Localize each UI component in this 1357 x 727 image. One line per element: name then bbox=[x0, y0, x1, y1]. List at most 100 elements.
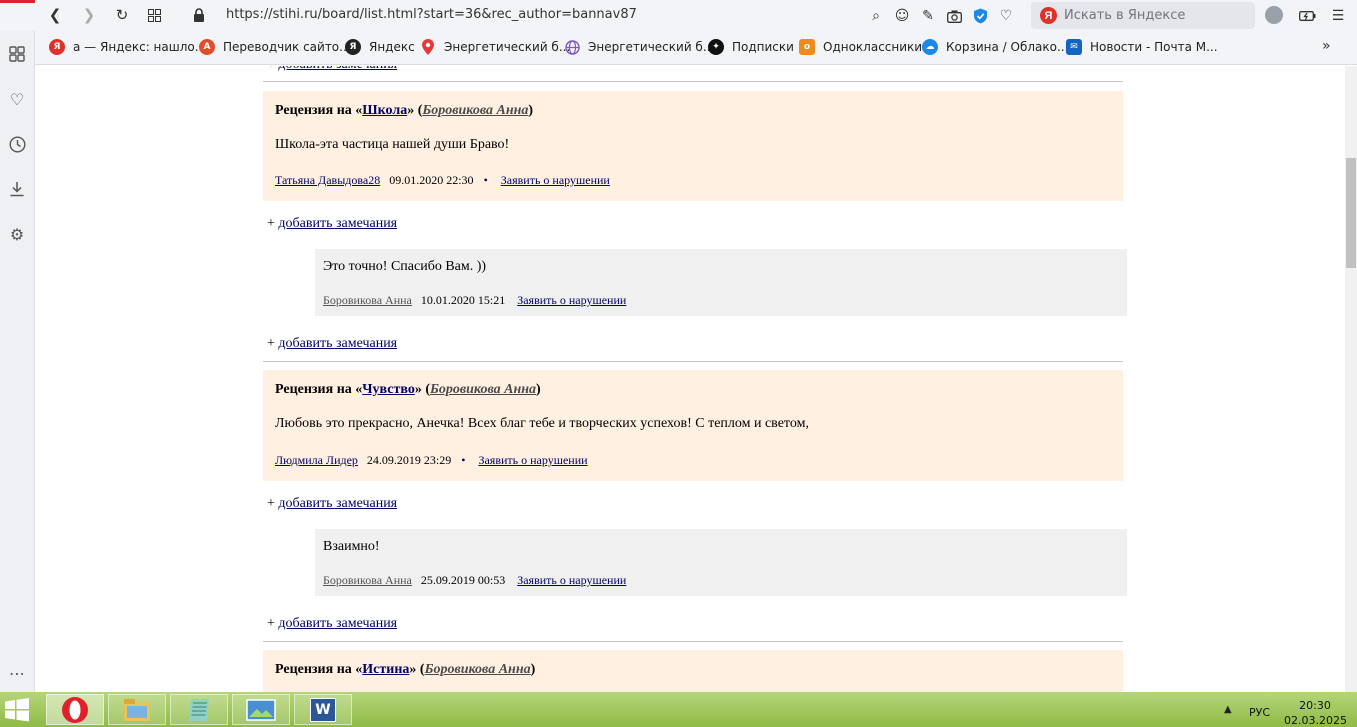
taskbar-photos[interactable] bbox=[232, 694, 290, 725]
search-page-icon[interactable]: ⌕ bbox=[866, 6, 886, 26]
battery-saver-icon[interactable] bbox=[1297, 6, 1317, 26]
more-dots-icon[interactable]: ⋯ bbox=[5, 661, 29, 685]
bookmark-item[interactable]: Я а — Яндекс: нашло... bbox=[49, 39, 206, 55]
bookmark-item[interactable]: ✉ Новости - Почта М... bbox=[1066, 39, 1218, 55]
add-remark-link[interactable]: + добавить замечания bbox=[267, 496, 397, 512]
bookmark-item[interactable]: ✦ Подписки bbox=[708, 39, 794, 55]
review-meta: Татьяна Давыдова28 09.01.2020 22:30 • Зая… bbox=[275, 173, 610, 188]
taskbar-opera[interactable] bbox=[46, 694, 104, 725]
review-title: Рецензия на «Школа» (Боровикова Анна) bbox=[275, 103, 534, 118]
windows-start-icon[interactable] bbox=[4, 698, 30, 722]
reply-meta: Боровикова Анна 25.09.2019 00:53 Заявить… bbox=[323, 573, 626, 588]
review-card: Рецензия на «Школа» (Боровикова Анна) Шк… bbox=[263, 91, 1123, 201]
yandex-search-input[interactable] bbox=[1064, 6, 1244, 25]
address-bar[interactable]: https://stihi.ru/board/list.html?start=3… bbox=[226, 7, 637, 22]
reply-text: Это точно! Спасибо Вам. )) bbox=[323, 259, 487, 274]
heart-icon[interactable]: ♡ bbox=[996, 6, 1016, 26]
lock-icon bbox=[194, 8, 204, 22]
divider bbox=[263, 81, 1123, 82]
divider bbox=[263, 641, 1123, 642]
review-text: Любовь это прекрасно, Анечка! Всех благ … bbox=[275, 416, 809, 431]
review-date: 24.09.2019 23:29 bbox=[366, 453, 452, 467]
taskbar-explorer[interactable] bbox=[108, 694, 166, 725]
yandex-logo-icon: Я bbox=[1040, 7, 1057, 24]
back-icon[interactable]: ❮ bbox=[43, 4, 67, 26]
review-title: Рецензия на «Чувство» (Боровикова Анна) bbox=[275, 382, 541, 397]
bookmark-item[interactable]: о Одноклассники bbox=[799, 39, 922, 55]
tray-expand-icon[interactable]: ▲ bbox=[1224, 704, 1232, 715]
bookmarks-more-icon[interactable]: » bbox=[1322, 38, 1331, 54]
mail-icon: ✉ bbox=[1066, 39, 1082, 55]
heart-icon[interactable]: ♡ bbox=[5, 87, 29, 111]
tabs-grid-icon[interactable] bbox=[142, 4, 166, 26]
profile-avatar[interactable] bbox=[1265, 6, 1283, 24]
bookmark-item[interactable]: Энергетический б... bbox=[564, 39, 714, 55]
camera-icon[interactable] bbox=[944, 6, 964, 26]
separator-dot: • bbox=[461, 453, 466, 467]
history-clock-icon[interactable] bbox=[5, 132, 29, 156]
taskbar-word[interactable]: W bbox=[294, 694, 352, 725]
windows-taskbar: W ▲ РУС 20:30 02.03.2025 bbox=[0, 692, 1357, 727]
page-scrollbar[interactable] bbox=[1345, 66, 1357, 692]
author-link[interactable]: Боровикова Анна bbox=[430, 382, 536, 397]
bookmark-item[interactable]: Я Яндекс bbox=[345, 39, 415, 55]
author-link[interactable]: Боровикова Анна bbox=[425, 662, 531, 677]
yandex-icon: Я bbox=[345, 39, 361, 55]
reply-author-link[interactable]: Боровикова Анна bbox=[323, 573, 412, 587]
forward-icon[interactable]: ❯ bbox=[77, 4, 101, 26]
reply-date: 25.09.2019 00:53 bbox=[420, 573, 506, 587]
menu-icon[interactable]: ☰ bbox=[1328, 6, 1348, 26]
globe-icon bbox=[564, 39, 580, 55]
translator-icon: A bbox=[199, 39, 215, 55]
add-remark-link[interactable]: + добавить замечания bbox=[267, 336, 397, 352]
edit-icon[interactable]: ✎ bbox=[918, 6, 938, 26]
yandex-search[interactable]: Я bbox=[1031, 2, 1255, 29]
reviewer-link[interactable]: Людмила Лидер bbox=[275, 453, 358, 467]
bookmark-item[interactable]: Энергетический б... bbox=[420, 39, 570, 55]
bookmark-item[interactable]: A Переводчик сайто... bbox=[199, 39, 351, 55]
report-link[interactable]: Заявить о нарушении bbox=[517, 573, 626, 587]
map-pin-icon bbox=[420, 39, 436, 55]
word-icon: W bbox=[310, 697, 336, 722]
clock-time: 20:30 bbox=[1299, 699, 1331, 712]
notepad-icon bbox=[189, 698, 209, 721]
add-remark-link[interactable]: + добавить замечания bbox=[267, 66, 397, 73]
system-clock[interactable]: 20:30 02.03.2025 bbox=[1284, 698, 1347, 727]
add-remark-link[interactable]: + добавить замечания bbox=[267, 216, 397, 232]
review-meta: Людмила Лидер 24.09.2019 23:29 • Заявить … bbox=[275, 453, 588, 468]
report-link[interactable]: Заявить о нарушении bbox=[517, 293, 626, 307]
yandex-icon: Я bbox=[49, 39, 65, 55]
reply-author-link[interactable]: Боровикова Анна bbox=[323, 293, 412, 307]
review-card: Рецензия на «Истина» (Боровикова Анна) bbox=[263, 650, 1123, 692]
speed-dial-icon[interactable] bbox=[5, 42, 29, 66]
reviewer-link[interactable]: Татьяна Давыдова28 bbox=[275, 173, 380, 187]
work-link[interactable]: Школа bbox=[362, 103, 407, 118]
shield-icon[interactable] bbox=[970, 6, 990, 26]
download-icon[interactable] bbox=[5, 177, 29, 201]
settings-gear-icon[interactable]: ⚙ bbox=[5, 222, 29, 246]
report-link[interactable]: Заявить о нарушении bbox=[478, 453, 587, 467]
language-indicator[interactable]: РУС bbox=[1249, 706, 1270, 719]
review-text: Школа-эта частица нашей души Браво! bbox=[275, 137, 510, 152]
bookmark-item[interactable]: ☁ Корзина / Облако... bbox=[922, 39, 1068, 55]
author-link[interactable]: Боровикова Анна bbox=[422, 103, 528, 118]
scrollbar-thumb[interactable] bbox=[1346, 158, 1356, 268]
folder-icon bbox=[124, 698, 150, 721]
clock-date: 02.03.2025 bbox=[1284, 714, 1347, 727]
opera-accent-line bbox=[0, 0, 35, 3]
add-remark-link[interactable]: + добавить замечания bbox=[267, 616, 397, 632]
report-link[interactable]: Заявить о нарушении bbox=[501, 173, 610, 187]
work-link[interactable]: Истина bbox=[362, 662, 409, 677]
emoji-icon[interactable]: ☺ bbox=[892, 6, 912, 26]
taskbar-notepad[interactable] bbox=[170, 694, 228, 725]
bookmarks-bar: Я а — Яндекс: нашло... A Переводчик сайт… bbox=[0, 31, 1357, 65]
divider bbox=[263, 361, 1123, 362]
opera-icon bbox=[62, 696, 88, 723]
reload-icon[interactable]: ↻ bbox=[110, 4, 134, 26]
reply-text: Взаимно! bbox=[323, 539, 380, 554]
page-content: + добавить замечания Рецензия на «Школа»… bbox=[36, 66, 1345, 692]
review-title: Рецензия на «Истина» (Боровикова Анна) bbox=[275, 662, 536, 677]
cloud-icon: ☁ bbox=[922, 39, 938, 55]
reply-meta: Боровикова Анна 10.01.2020 15:21 Заявить… bbox=[323, 293, 626, 308]
work-link[interactable]: Чувство bbox=[362, 382, 415, 397]
